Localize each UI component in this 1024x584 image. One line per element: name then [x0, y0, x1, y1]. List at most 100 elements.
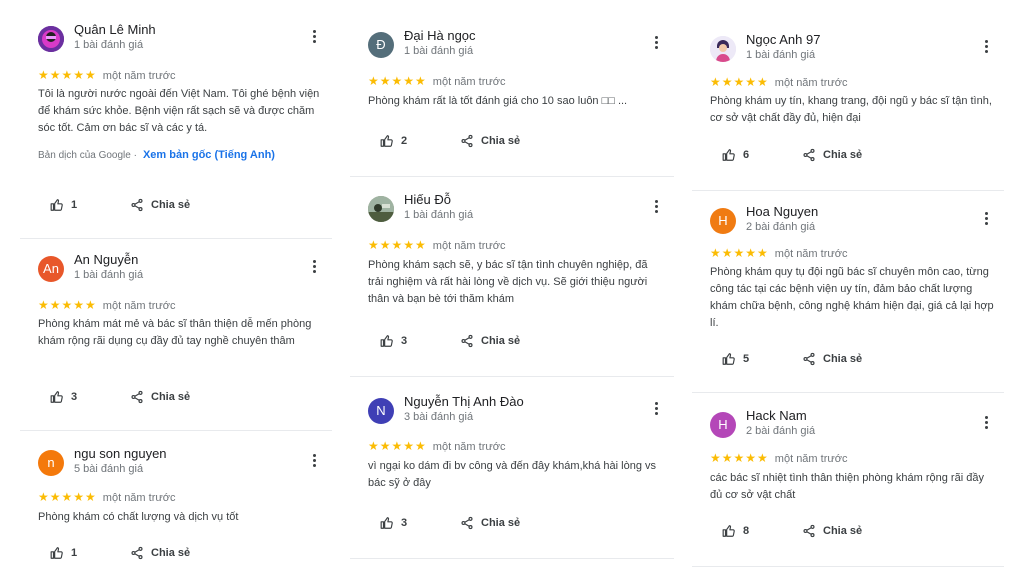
thumbs-up-icon	[380, 335, 393, 347]
share-button[interactable]: Chia sẻ	[460, 516, 520, 530]
share-button[interactable]: Chia sẻ	[130, 390, 190, 404]
rating-row: ★★★★★ một năm trước	[710, 246, 847, 260]
share-icon	[803, 148, 815, 162]
like-count: 1	[71, 547, 78, 559]
thumbs-up-icon	[722, 353, 735, 365]
review-time: một năm trước	[102, 70, 176, 82]
reviewer-name[interactable]: Hack Nam	[746, 408, 807, 423]
reviewer-name[interactable]: Hiếu Đỗ	[404, 192, 451, 207]
like-button[interactable]: 1	[50, 198, 77, 212]
avatar[interactable]: H	[710, 412, 736, 438]
avatar[interactable]: N	[368, 398, 394, 424]
review-time: một năm trước	[774, 248, 848, 260]
avatar[interactable]: Đ	[368, 32, 394, 58]
review-header: H Hack Nam 2 bài đánh giá	[710, 408, 1004, 448]
review-header: N Nguyễn Thị Anh Đào 3 bài đánh giá	[368, 394, 674, 434]
share-button[interactable]: Chia sẻ	[130, 198, 190, 212]
reviewer-name[interactable]: Hoa Nguyen	[746, 204, 818, 219]
review-time: một năm trước	[432, 76, 506, 88]
review-column-3: Ngọc Anh 97 1 bài đánh giá ★★★★★ một năm …	[692, 0, 1004, 584]
share-button[interactable]: Chia sẻ	[130, 546, 190, 560]
more-options-icon[interactable]	[980, 414, 992, 432]
share-button[interactable]: Chia sẻ	[802, 524, 862, 538]
thumbs-up-icon	[50, 391, 63, 403]
review-text: các bác sĩ nhiệt tình thân thiện phòng k…	[710, 472, 984, 501]
like-count: 3	[401, 517, 408, 529]
review-time: một năm trước	[774, 77, 848, 89]
review-time: một năm trước	[432, 240, 506, 252]
review-card: An An Nguyễn 1 bài đánh giá ★★★★★ một năm…	[20, 252, 332, 431]
more-options-icon[interactable]	[980, 38, 992, 56]
share-label: Chia sẻ	[481, 517, 521, 529]
star-rating: ★★★★★	[368, 74, 427, 88]
more-options-icon[interactable]	[650, 34, 662, 52]
more-options-icon[interactable]	[308, 258, 320, 276]
translated-by-label: Bản dịch của Google ·	[38, 150, 137, 161]
share-label: Chia sẻ	[823, 525, 863, 537]
star-rating: ★★★★★	[710, 246, 769, 260]
share-label: Chia sẻ	[151, 391, 191, 403]
like-count: 3	[401, 335, 408, 347]
review-count: 1 bài đánh giá	[74, 39, 144, 51]
more-options-icon[interactable]	[308, 452, 320, 470]
avatar[interactable]: An	[38, 256, 64, 282]
like-button[interactable]: 2	[380, 134, 407, 148]
share-icon	[803, 352, 815, 366]
more-options-icon[interactable]	[650, 198, 662, 216]
avatar-initial: n	[47, 455, 55, 470]
share-button[interactable]: Chia sẻ	[460, 334, 520, 348]
review-card: n ngu son nguyen 5 bài đánh giá ★★★★★ một…	[20, 446, 332, 584]
share-label: Chia sẻ	[481, 335, 521, 347]
review-time: một năm trước	[432, 441, 506, 453]
see-original-link[interactable]: Xem bản gốc (Tiếng Anh)	[143, 149, 275, 161]
like-button[interactable]: 3	[380, 334, 407, 348]
like-button[interactable]: 5	[722, 352, 749, 366]
like-button[interactable]: 1	[50, 546, 77, 560]
share-icon	[461, 334, 473, 348]
person-illustration-icon	[710, 36, 736, 62]
avatar[interactable]: H	[710, 208, 736, 234]
review-header: An An Nguyễn 1 bài đánh giá	[38, 252, 332, 292]
review-text: Phòng khám quy tụ đội ngũ bác sĩ chuyên …	[710, 266, 994, 329]
review-header: n ngu son nguyen 5 bài đánh giá	[38, 446, 332, 486]
reviewer-name[interactable]: Nguyễn Thị Anh Đào	[404, 394, 524, 409]
rating-row: ★★★★★ một năm trước	[710, 451, 847, 465]
avatar-initial: An	[43, 261, 59, 276]
share-icon	[461, 134, 473, 148]
more-options-icon[interactable]	[308, 28, 320, 46]
share-label: Chia sẻ	[151, 199, 191, 211]
reviewer-name[interactable]: Đại Hà ngọc	[404, 28, 476, 43]
review-count: 5 bài đánh giá	[74, 463, 144, 475]
share-button[interactable]: Chia sẻ	[802, 352, 862, 366]
like-button[interactable]: 6	[722, 148, 749, 162]
translation-note: Bản dịch của Google · Xem bản gốc (Tiếng …	[38, 149, 275, 161]
more-options-icon[interactable]	[980, 210, 992, 228]
reviewer-name[interactable]: ngu son nguyen	[74, 446, 167, 461]
reviewer-name[interactable]: An Nguyễn	[74, 252, 138, 267]
like-button[interactable]: 3	[380, 516, 407, 530]
review-card: Đ Đại Hà ngọc 1 bài đánh giá ★★★★★ một nă…	[350, 28, 674, 177]
avatar[interactable]: n	[38, 450, 64, 476]
avatar[interactable]	[38, 26, 64, 52]
reviewer-name[interactable]: Quân Lê Minh	[74, 22, 156, 37]
reviewer-name[interactable]: Ngọc Anh 97	[746, 32, 820, 47]
thumbs-up-icon	[50, 199, 63, 211]
review-count: 1 bài đánh giá	[74, 269, 144, 281]
share-label: Chia sẻ	[481, 135, 521, 147]
share-button[interactable]: Chia sẻ	[460, 134, 520, 148]
landscape-photo-icon	[368, 196, 394, 222]
review-time: một năm trước	[102, 492, 176, 504]
more-options-icon[interactable]	[650, 400, 662, 418]
review-header: Quân Lê Minh 1 bài đánh giá	[38, 22, 332, 62]
like-count: 5	[743, 353, 750, 365]
star-rating: ★★★★★	[710, 75, 769, 89]
avatar[interactable]	[368, 196, 394, 222]
review-count: 2 bài đánh giá	[746, 221, 816, 233]
avatar[interactable]	[710, 36, 736, 62]
review-card: Quân Lê Minh 1 bài đánh giá ★★★★★ một năm…	[20, 22, 332, 239]
review-text: Phòng khám rất là tốt đánh giá cho 10 sa…	[368, 95, 628, 107]
like-button[interactable]: 8	[722, 524, 749, 538]
like-button[interactable]: 3	[50, 390, 77, 404]
share-button[interactable]: Chia sẻ	[802, 148, 862, 162]
review-column-1: Quân Lê Minh 1 bài đánh giá ★★★★★ một năm…	[20, 0, 332, 584]
